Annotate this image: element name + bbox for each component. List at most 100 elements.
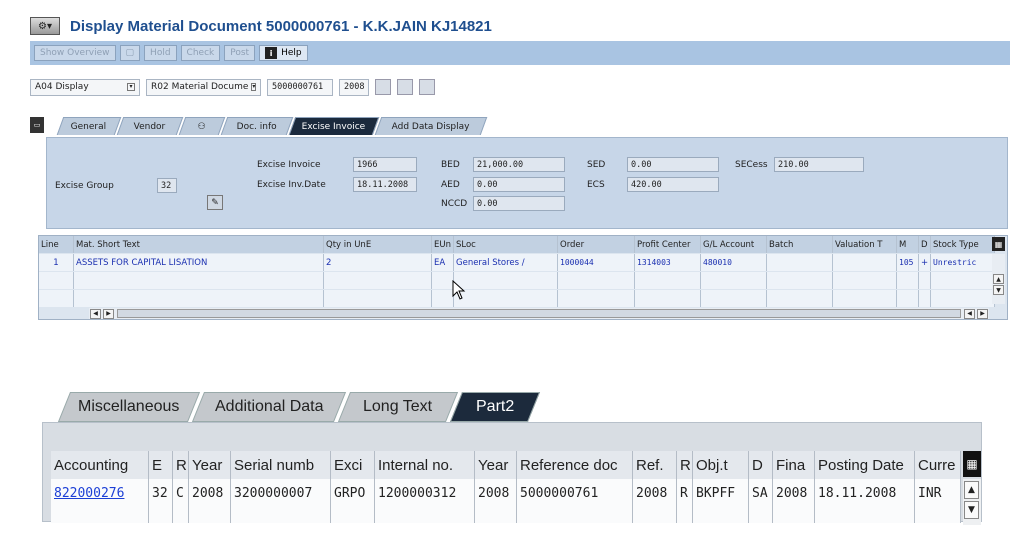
column-header[interactable]: Exci [331, 451, 375, 479]
system-menu-icon[interactable]: ⚙▾ [30, 17, 60, 35]
table-cell[interactable]: General Stores / [454, 254, 558, 271]
tab-miscellaneous[interactable]: Miscellaneous [57, 392, 201, 422]
table-cell[interactable]: 32 [149, 479, 173, 507]
column-header[interactable]: R [173, 451, 189, 479]
column-header[interactable]: R [677, 451, 693, 479]
help-button[interactable]: i Help [259, 45, 308, 61]
column-header[interactable]: Accounting [51, 451, 149, 479]
table-cell[interactable]: 2008 [189, 479, 231, 507]
scroll-left-icon[interactable]: ◀ [90, 308, 101, 319]
hold-data-icon[interactable] [397, 79, 413, 95]
table-row[interactable]: 1 ASSETS FOR CAPITAL LISATION 2 EA Gener… [39, 254, 995, 271]
column-header[interactable]: E [149, 451, 173, 479]
table-cell[interactable]: C [173, 479, 189, 507]
column-header[interactable]: D [749, 451, 773, 479]
table-cell[interactable]: 480010 [701, 254, 767, 271]
vertical-scrollbar[interactable]: ▲ ▼ [992, 254, 1005, 304]
column-header[interactable]: G/L Account [701, 236, 767, 253]
column-header[interactable]: SLoc [454, 236, 558, 253]
table-cell[interactable]: + [919, 254, 931, 271]
scroll-up-icon[interactable]: ▲ [964, 481, 979, 499]
table-cell[interactable]: ASSETS FOR CAPITAL LISATION [74, 254, 324, 271]
tab-general[interactable]: General [56, 117, 122, 135]
scroll-right-icon[interactable]: ▶ [977, 308, 988, 319]
column-header[interactable]: Obj.t [693, 451, 749, 479]
column-header[interactable]: Profit Center [635, 236, 701, 253]
column-header[interactable]: M [897, 236, 919, 253]
accounting-doc-link[interactable]: 822000276 [51, 479, 149, 507]
table-cell[interactable]: 2008 [773, 479, 815, 507]
vertical-scrollbar[interactable]: ▲ ▼ [963, 479, 981, 525]
table-cell[interactable]: 1000044 [558, 254, 635, 271]
tab-vendor[interactable]: Vendor [116, 117, 184, 135]
new-doc-icon[interactable]: ▢ [119, 45, 141, 61]
table-cell[interactable]: R [677, 479, 693, 507]
post-button[interactable]: Post [224, 45, 256, 61]
table-cell[interactable] [833, 254, 897, 271]
table-cell[interactable]: 18.11.2008 [815, 479, 915, 507]
table-cell[interactable]: Unrestric [931, 254, 995, 271]
table-cell[interactable] [767, 254, 833, 271]
table-settings-icon[interactable]: ▦ [992, 237, 1005, 251]
show-overview-button[interactable]: Show Overview [34, 45, 116, 61]
table-cell[interactable]: 2 [324, 254, 432, 271]
column-header[interactable]: Mat. Short Text [74, 236, 324, 253]
column-header[interactable]: D [919, 236, 931, 253]
column-header[interactable]: Order [558, 236, 635, 253]
year-field[interactable]: 2008 [339, 78, 369, 96]
scroll-left-icon[interactable]: ◀ [964, 308, 975, 319]
scroll-down-icon[interactable]: ▼ [964, 501, 979, 519]
table-cell[interactable]: 5000000761 [517, 479, 633, 507]
column-header[interactable]: Fina [773, 451, 815, 479]
column-header[interactable]: Qty in UnE [324, 236, 432, 253]
check-button[interactable]: Check [180, 45, 221, 61]
column-header[interactable]: EUn [432, 236, 454, 253]
tab-partner[interactable]: ⚇ [178, 117, 226, 135]
column-header[interactable]: Stock Type [931, 236, 995, 253]
table-cell[interactable]: INR [915, 479, 961, 507]
table-cell[interactable]: 1 [39, 254, 74, 271]
tab-additional-data[interactable]: Additional Data [191, 392, 347, 422]
tab-long-text[interactable]: Long Text [337, 392, 459, 422]
scroll-right-icon[interactable]: ▶ [103, 308, 114, 319]
reference-select[interactable]: R02 Material Docume ▾ [146, 78, 261, 96]
hold-button[interactable]: Hold [144, 45, 177, 61]
column-header[interactable]: Valuation T [833, 236, 897, 253]
scroll-down-icon[interactable]: ▼ [993, 285, 1004, 295]
column-header[interactable]: Posting Date [815, 451, 915, 479]
tab-doc-info[interactable]: Doc. info [220, 117, 294, 135]
table-row[interactable] [39, 272, 995, 289]
column-header[interactable]: Curre [915, 451, 961, 479]
action-select[interactable]: A04 Display ▾ [30, 78, 140, 96]
column-header[interactable]: Year [189, 451, 231, 479]
collapse-header-icon[interactable]: ▭ [30, 117, 44, 133]
table-cell[interactable]: 1200000312 [375, 479, 475, 507]
table-cell[interactable]: 105 [897, 254, 919, 271]
table-cell[interactable]: 3200000007 [231, 479, 331, 507]
column-header[interactable]: Ref. [633, 451, 677, 479]
table-settings-icon[interactable]: ▦ [963, 451, 981, 477]
column-header[interactable]: Internal no. [375, 451, 475, 479]
table-cell[interactable]: 2008 [633, 479, 677, 507]
calendar-icon[interactable] [419, 79, 435, 95]
horizontal-scrollbar[interactable]: ◀ ▶ ◀ ▶ [89, 308, 989, 319]
table-cell[interactable]: 2008 [475, 479, 517, 507]
table-cell[interactable]: EA [432, 254, 454, 271]
document-number-field[interactable]: 5000000761 [267, 78, 333, 96]
execute-icon[interactable] [375, 79, 391, 95]
tab-excise-invoice[interactable]: Excise Invoice [288, 117, 380, 135]
column-header[interactable]: Batch [767, 236, 833, 253]
table-row[interactable] [39, 290, 995, 307]
tab-add-data-display[interactable]: Add Data Display [374, 117, 488, 135]
table-cell[interactable]: SA [749, 479, 773, 507]
table-cell[interactable]: BKPFF [693, 479, 749, 507]
column-header[interactable]: Serial numb [231, 451, 331, 479]
column-header[interactable]: Line [39, 236, 74, 253]
table-cell[interactable]: 1314003 [635, 254, 701, 271]
excise-details-icon[interactable]: ✎ [207, 195, 223, 210]
scrollbar-thumb[interactable] [117, 309, 961, 318]
scroll-up-icon[interactable]: ▲ [993, 274, 1004, 284]
column-header[interactable]: Reference doc [517, 451, 633, 479]
column-header[interactable]: Year [475, 451, 517, 479]
tab-part2[interactable]: Part2 [449, 392, 541, 422]
